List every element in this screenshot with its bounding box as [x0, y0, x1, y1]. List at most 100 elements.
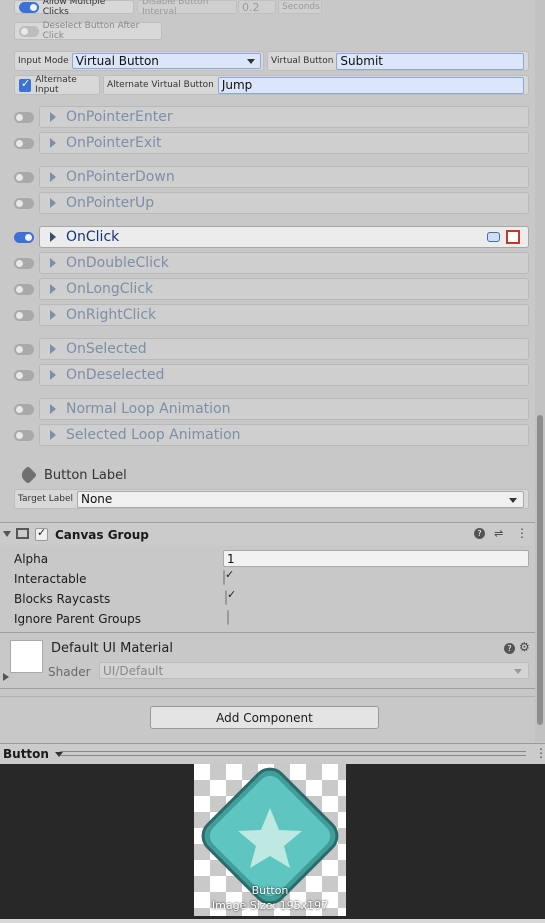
event-foldout[interactable]: OnPointerUp — [39, 192, 529, 214]
event-row-onpointerexit: OnPointerExit — [14, 132, 529, 154]
ignore-parent-groups-checkbox[interactable] — [227, 610, 229, 625]
alpha-label: Alpha — [14, 552, 49, 566]
alternate-virtual-button-field[interactable]: Jump — [217, 76, 524, 94]
event-row-onpointerup: OnPointerUp — [14, 192, 529, 214]
event-foldout[interactable]: OnRightClick — [39, 304, 529, 326]
toggle-switch-icon[interactable] — [14, 171, 34, 183]
interactable-checkbox[interactable] — [223, 570, 225, 585]
add-component-label: Add Component — [216, 710, 313, 725]
event-foldout[interactable]: Selected Loop Animation — [39, 424, 529, 446]
event-label: OnDeselected — [66, 367, 165, 383]
shader-label: Shader — [48, 665, 91, 679]
toggle-switch-icon[interactable] — [14, 403, 34, 415]
blocks-raycasts-label: Blocks Raycasts — [14, 592, 111, 606]
event-label: Selected Loop Animation — [66, 427, 241, 443]
event-row-onlongclick: OnLongClick — [14, 278, 529, 300]
preview-title-dropdown[interactable]: Button — [3, 747, 64, 761]
toggle-switch-icon[interactable] — [14, 343, 34, 355]
expand-arrow-icon — [50, 232, 56, 242]
controller-icon[interactable] — [487, 232, 500, 242]
preview-drag-handle[interactable] — [60, 751, 526, 756]
toggle-switch-icon[interactable] — [14, 429, 34, 441]
expand-arrow-icon — [50, 258, 56, 268]
event-foldout[interactable]: OnPointerDown — [39, 166, 529, 188]
ignore-parent-groups-label: Ignore Parent Groups — [14, 612, 141, 626]
event-foldout[interactable]: OnPointerEnter — [39, 106, 529, 128]
toggle-switch-icon[interactable] — [14, 369, 34, 381]
interval-value-field[interactable]: 0.2 — [238, 0, 276, 14]
expand-window-icon[interactable] — [506, 230, 520, 244]
input-mode-dropdown[interactable]: Virtual Button — [71, 53, 261, 69]
canvas-group-enabled-checkbox[interactable] — [35, 526, 48, 541]
preset-settings-icon[interactable]: ⇌ — [494, 527, 503, 540]
target-label-dropdown[interactable]: None — [76, 490, 524, 508]
preview-header: Button ⋮ — [0, 743, 545, 763]
blocks-raycasts-checkbox[interactable] — [225, 590, 227, 605]
toggle-switch-icon[interactable] — [14, 137, 34, 149]
inspector-scrollbar[interactable] — [535, 0, 545, 742]
more-options-icon[interactable]: ⋮ — [535, 746, 545, 760]
event-row-onselected: OnSelected — [14, 338, 529, 360]
expand-arrow-icon — [50, 404, 56, 414]
expand-arrow-icon — [50, 370, 56, 380]
toggle-switch-icon[interactable] — [14, 309, 34, 321]
toggle-switch-icon[interactable] — [14, 111, 34, 123]
event-foldout[interactable]: OnDoubleClick — [39, 252, 529, 274]
event-label: OnSelected — [66, 341, 147, 357]
shader-dropdown[interactable]: UI/Default — [99, 662, 529, 679]
help-icon[interactable]: ? — [474, 528, 485, 539]
gear-icon[interactable]: ⚙ — [519, 640, 530, 654]
toggle-switch-icon[interactable] — [14, 197, 34, 209]
event-row-ondoubleclick: OnDoubleClick — [14, 252, 529, 274]
allow-multiple-clicks-toggle[interactable]: Allow Multiple Clicks — [14, 0, 134, 17]
event-label: OnPointerExit — [66, 135, 162, 151]
more-options-icon[interactable]: ⋮ — [516, 526, 528, 540]
expand-arrow-icon — [50, 138, 56, 148]
event-label: OnPointerEnter — [66, 109, 173, 125]
alternate-virtual-button-value: Jump — [221, 78, 253, 92]
event-foldout[interactable]: Normal Loop Animation — [39, 398, 529, 420]
event-row-ondeselected: OnDeselected — [14, 364, 529, 386]
event-label: OnPointerUp — [66, 195, 155, 211]
checkbox-checked-icon — [19, 77, 32, 92]
tag-icon — [18, 465, 38, 485]
scrollbar-thumb[interactable] — [537, 415, 543, 725]
event-label: OnLongClick — [66, 281, 154, 297]
event-row-onrightclick: OnRightClick — [14, 304, 529, 326]
toggle-switch-icon[interactable] — [14, 231, 34, 243]
event-foldout[interactable]: OnClick — [39, 226, 529, 248]
event-foldout[interactable]: OnPointerExit — [39, 132, 529, 154]
preview-area: Button Image Size: 195x197 — [0, 764, 545, 923]
deselect-after-click-toggle[interactable]: Deselect Button After Click — [14, 21, 162, 41]
toggle-switch-icon[interactable] — [14, 283, 34, 295]
toggle-switch-icon — [19, 25, 39, 37]
preview-title: Button — [3, 747, 49, 761]
virtual-button-field[interactable]: Submit — [336, 52, 524, 70]
foldout-arrow-icon[interactable] — [3, 531, 11, 537]
target-label-value: None — [80, 492, 113, 506]
chevron-down-icon — [509, 497, 517, 503]
expand-arrow-icon — [50, 112, 56, 122]
interactable-label: Interactable — [14, 572, 87, 586]
add-component-button[interactable]: Add Component — [150, 706, 379, 729]
material-foldout-arrow-icon[interactable] — [3, 673, 9, 681]
disable-button-interval-label: Disable Button Interval — [137, 0, 237, 17]
event-foldout[interactable]: OnDeselected — [39, 364, 529, 386]
alpha-value: 1 — [227, 551, 235, 566]
target-label-row: Target Label None — [14, 489, 529, 509]
target-label-label: Target Label — [18, 494, 73, 504]
chevron-down-icon — [514, 669, 522, 674]
expand-arrow-icon — [50, 172, 56, 182]
event-label: OnPointerDown — [66, 169, 175, 185]
help-icon[interactable]: ? — [504, 643, 515, 654]
input-mode-label: Input Mode — [18, 56, 69, 66]
alternate-input-toggle[interactable]: Alternate Input — [14, 75, 100, 95]
virtual-button-row: Virtual Button Submit — [267, 51, 529, 71]
event-foldout[interactable]: OnLongClick — [39, 278, 529, 300]
toggle-switch-icon[interactable] — [14, 257, 34, 269]
event-foldout[interactable]: OnSelected — [39, 338, 529, 360]
preview-caption-name: Button — [251, 884, 289, 897]
canvas-group-header[interactable]: Canvas Group ? ⇌ ⋮ — [0, 523, 533, 545]
event-row-onclick: OnClick — [14, 226, 529, 248]
alpha-field[interactable]: 1 — [223, 550, 529, 567]
